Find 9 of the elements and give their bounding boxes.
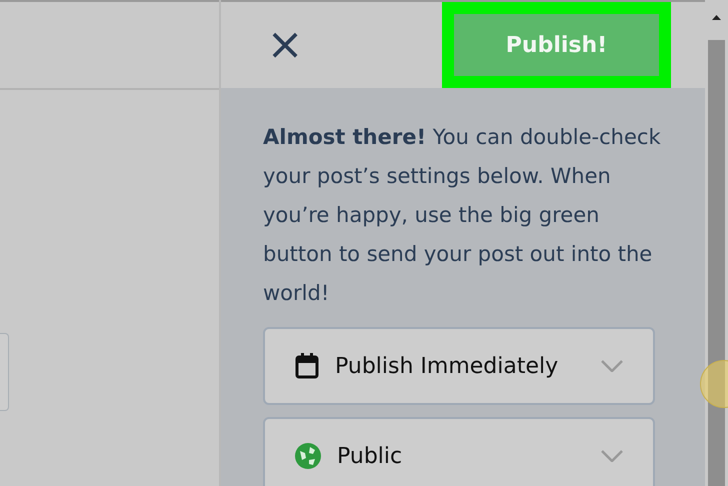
globe-icon [295,443,321,469]
close-button[interactable]: × [265,25,305,65]
settings-dropdown[interactable]: Public [263,417,655,486]
chevron-icon [601,450,623,462]
settings-dropdown[interactable]: Publish Immediately [263,327,655,405]
intro-text: Almost there! You can double-check your post’s settings below. When you’re happy, use the big green button to send your post out into the world! [263,124,662,307]
calendar-icon [295,353,319,379]
chevron-icon [601,360,623,372]
scrollbar-thumb[interactable] [708,40,725,486]
